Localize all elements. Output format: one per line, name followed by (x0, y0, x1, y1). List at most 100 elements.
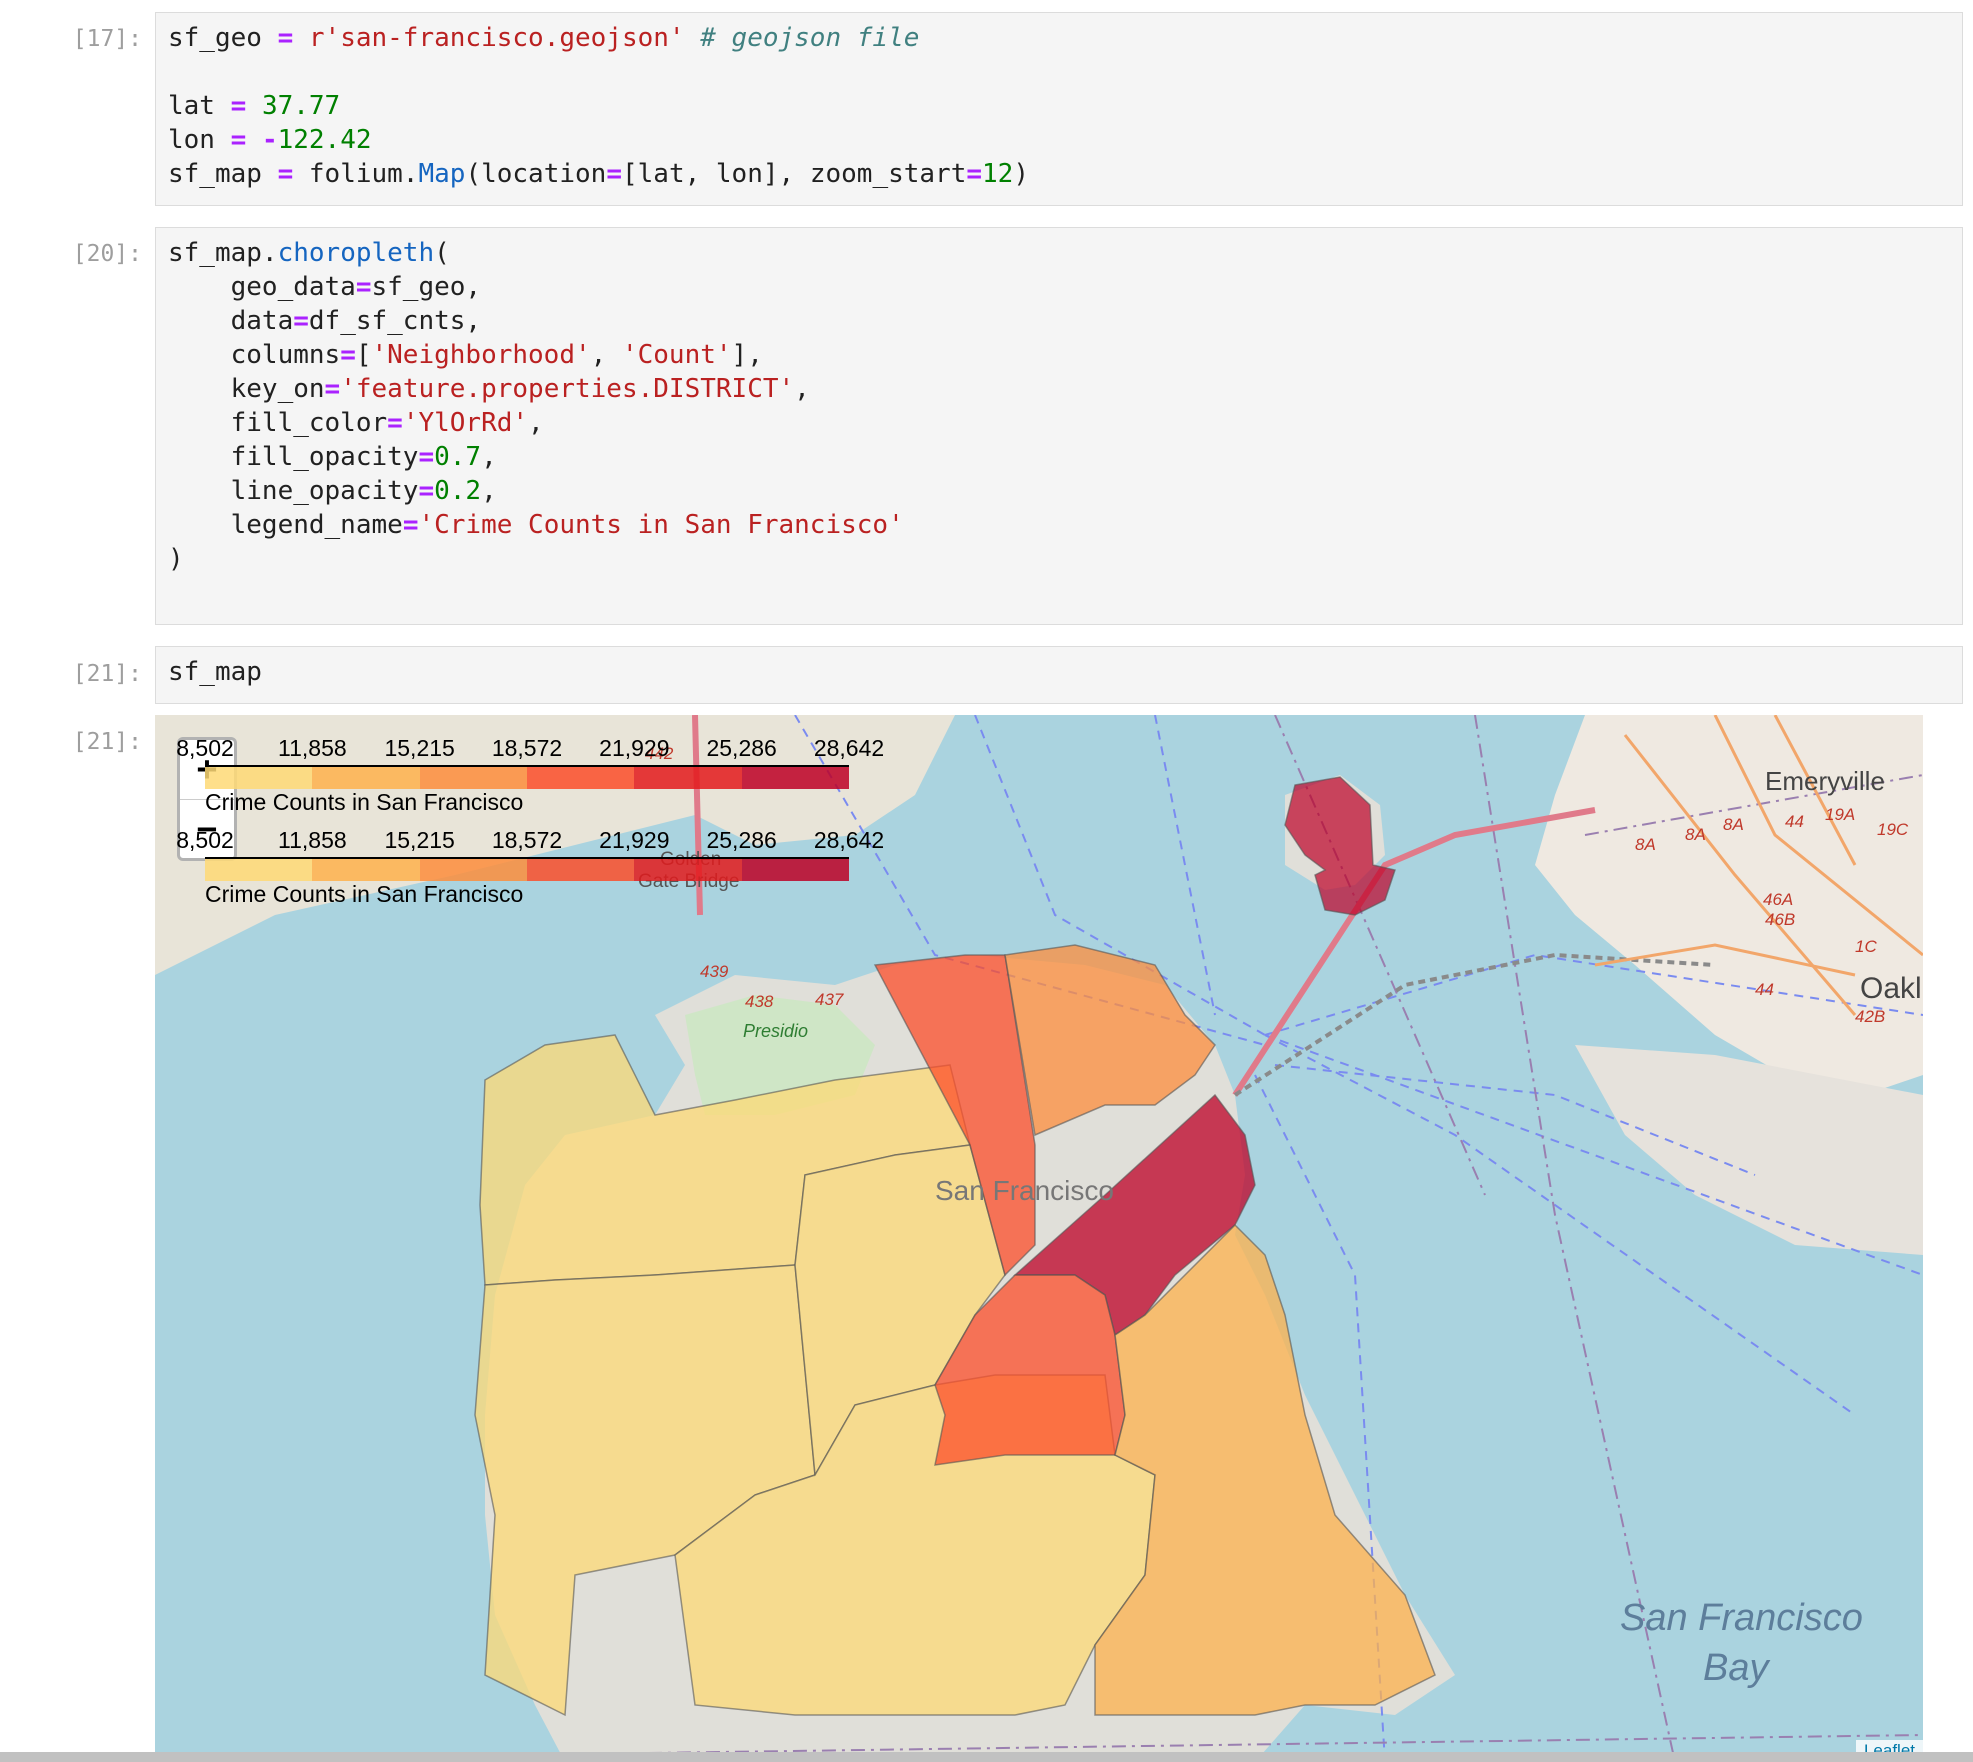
code-token: r'san-francisco.geojson' (308, 23, 685, 53)
code-token: = (293, 306, 309, 336)
code-token: ( (434, 238, 450, 268)
code-line: fill_opacity=0.7, (168, 440, 904, 474)
route-label: 439 (700, 962, 729, 981)
code-line: ) (168, 542, 904, 576)
map-label-oakland: Oakl (1860, 972, 1922, 1005)
map-label-emeryville: Emeryville (1765, 766, 1885, 796)
legend-color-swatch (419, 767, 527, 789)
code-token: df_sf_cnts, (308, 306, 482, 336)
horizontal-scrollbar[interactable] (0, 1752, 1973, 1762)
legend-ticks: 8,502 11,858 15,215 18,572 21,929 25,286 28,64… (176, 735, 1055, 763)
code-line: geo_data=sf_geo, (168, 270, 904, 304)
code-editor[interactable]: sf_geo = r'san-francisco.geojson' # geoj… (168, 21, 1029, 191)
cell-prompt: [21]: (72, 661, 142, 687)
choropleth-legend: 8,502 11,858 15,215 18,572 21,929 25,286 28,64… (176, 735, 1055, 815)
legend-ticks: 8,502 11,858 15,215 18,572 21,929 25,286 28,64… (176, 827, 1055, 855)
code-token: fill_color (168, 408, 388, 438)
code-token: [ (355, 340, 372, 370)
legend-tick-label: 25,286 (706, 827, 777, 853)
code-token: , (481, 476, 497, 506)
code-token: Map (418, 159, 466, 189)
code-editor[interactable]: sf_map (168, 655, 262, 689)
code-token: 0.2 (434, 476, 482, 506)
code-cell[interactable]: sf_map (155, 646, 1963, 704)
route-label: 19C (1877, 820, 1909, 839)
legend-color-swatch (634, 859, 742, 881)
code-token: = (324, 374, 341, 404)
code-token: , (481, 442, 497, 472)
route-label: 46B (1765, 910, 1795, 929)
code-cell[interactable]: sf_geo = r'san-francisco.geojson' # geoj… (155, 12, 1963, 206)
code-token: lat (168, 91, 231, 121)
legend-color-swatch (741, 767, 849, 789)
output-prompt: [21]: (72, 729, 142, 755)
code-token: fill_opacity (168, 442, 419, 472)
legend-caption: Crime Counts in San Francisco (205, 789, 524, 815)
code-token: 122.42 (277, 125, 372, 155)
code-token: [lat, lon], zoom_start (621, 159, 967, 189)
code-token: 0.7 (434, 442, 482, 472)
code-token: sf_map. (168, 238, 278, 268)
code-line: sf_map = folium.Map(location=[lat, lon],… (168, 157, 1029, 191)
code-token: columns (168, 340, 341, 370)
code-token: ) (168, 544, 184, 574)
legend-color-swatch (419, 859, 527, 881)
folium-map[interactable]: San Francisco San Francisco Bay Emeryvil… (155, 715, 1923, 1762)
code-token: = (606, 159, 622, 189)
legend-tick-label: 8,502 (176, 827, 234, 853)
code-token: sf_map (168, 159, 278, 189)
legend-color-swatch (205, 767, 313, 789)
code-token: 'feature.properties.DISTRICT' (340, 374, 795, 404)
route-label: 8A (1723, 815, 1744, 834)
code-token: sf_geo (168, 23, 278, 53)
code-token: 'Crime Counts in San Francisco' (418, 510, 904, 540)
code-cell[interactable]: sf_map.choropleth( geo_data=sf_geo, data… (155, 227, 1963, 625)
legend-tick-label: 8,502 (176, 735, 234, 761)
map-label-bay-line2: Bay (1703, 1647, 1770, 1689)
code-token: 'Count' (621, 340, 732, 370)
legend-color-swatch (634, 767, 742, 789)
code-token: , (590, 340, 622, 370)
route-label: 438 (745, 992, 774, 1011)
code-token: lon (168, 125, 231, 155)
code-token: data (168, 306, 294, 336)
code-token: = (966, 159, 983, 189)
code-token: 12 (982, 159, 1014, 189)
code-token: = (418, 442, 435, 472)
legend-color-bar (205, 857, 849, 881)
code-token: ) (1013, 159, 1029, 189)
code-line: sf_map (168, 655, 262, 689)
code-line: columns=['Neighborhood', 'Count'], (168, 338, 904, 372)
legend-tick-label: 21,929 (599, 735, 670, 761)
code-line: lon = -122.42 (168, 123, 1029, 157)
route-label: 1C (1855, 937, 1877, 956)
code-token: ], (731, 340, 763, 370)
code-token: 37.77 (261, 91, 341, 121)
code-token: (location (465, 159, 607, 189)
legend-tick-label: 18,572 (491, 735, 563, 761)
route-label: 437 (815, 990, 844, 1009)
code-token: = (230, 91, 247, 121)
code-line: data=df_sf_cnts, (168, 304, 904, 338)
route-label: 44 (1755, 980, 1774, 999)
legend-color-swatch (526, 767, 635, 789)
map-label-presidio: Presidio (743, 1021, 808, 1041)
code-token: = (418, 476, 435, 506)
legend-tick-label: 21,929 (599, 827, 670, 853)
code-token: sf_map (168, 657, 262, 687)
route-label: 44 (1785, 812, 1804, 831)
legend-color-swatch (312, 767, 420, 789)
code-token: folium. (293, 159, 419, 189)
code-editor[interactable]: sf_map.choropleth( geo_data=sf_geo, data… (168, 236, 904, 576)
route-label: 19A (1825, 805, 1855, 824)
code-token: 'YlOrRd' (402, 408, 529, 438)
code-token: = (402, 510, 419, 540)
legend-tick-label: 11,858 (278, 735, 347, 761)
code-token: - (261, 125, 278, 155)
code-line: fill_color='YlOrRd', (168, 406, 904, 440)
cell-prompt: [17]: (72, 26, 142, 52)
